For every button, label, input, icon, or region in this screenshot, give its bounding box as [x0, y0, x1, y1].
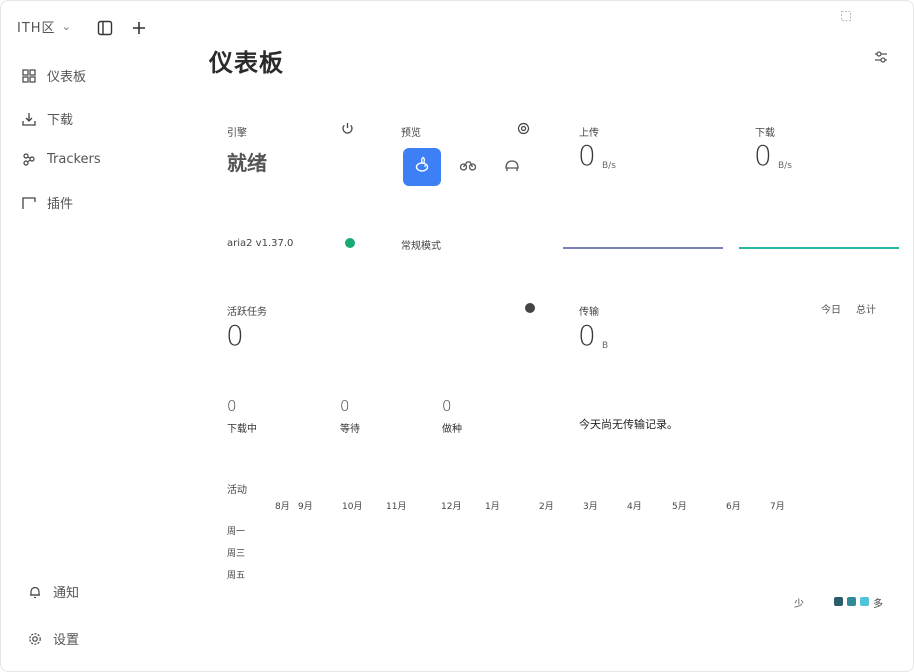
upload-unit: B/s	[602, 161, 616, 171]
month-label: 8月	[275, 502, 290, 512]
engine-status-dot	[345, 238, 355, 248]
maximize-icon[interactable]	[839, 9, 853, 23]
month-label: 3月	[583, 502, 598, 512]
transfer-value: 0	[578, 319, 596, 352]
brand-label: ITH区	[17, 21, 56, 36]
rabbit-icon	[413, 156, 431, 178]
trackers-icon	[21, 151, 37, 167]
sidebar-item-dashboard[interactable]: 仪表板	[21, 66, 86, 85]
month-label: 10月	[342, 502, 363, 512]
upload-sparkline	[563, 247, 723, 249]
sidebar-item-trackers[interactable]: Trackers	[21, 151, 101, 167]
speed-settings-icon[interactable]	[515, 120, 531, 136]
transfer-label: 传输	[579, 307, 599, 318]
activity-label: 活动	[227, 485, 247, 496]
sidebar-item-label: 设置	[53, 633, 80, 648]
month-label: 6月	[726, 502, 741, 512]
download-value: 0	[754, 139, 772, 172]
weekday-label: 周一	[227, 527, 246, 537]
month-label: 1月	[485, 502, 500, 512]
app-window: ITH区 ⌄ 仪表板 下载 Trackers 插件 通知 设置 仪表板 引擎 就…	[0, 0, 914, 672]
speed-mode-text: 常规模式	[401, 241, 441, 252]
month-label: 2月	[539, 502, 554, 512]
page-title: 仪表板	[209, 49, 284, 77]
download-label: 下载	[755, 128, 775, 139]
weekday-label: 周五	[227, 571, 246, 581]
download-sparkline	[739, 247, 899, 249]
sidebar-toggle-icon[interactable]	[95, 18, 115, 38]
legend-swatch	[860, 597, 869, 606]
waiting-label: 等待	[340, 424, 360, 435]
engine-power-icon[interactable]	[339, 120, 355, 136]
downloading-label: 下载中	[227, 424, 257, 435]
tab-total[interactable]: 总计	[856, 301, 876, 316]
month-label: 7月	[770, 502, 785, 512]
speed-mode-bike-button[interactable]	[449, 148, 487, 186]
active-tasks-dot	[525, 303, 535, 313]
speed-label: 预览	[401, 128, 421, 139]
turtle-icon	[503, 156, 521, 178]
plugin-icon	[21, 195, 37, 211]
chevron-down-icon: ⌄	[61, 20, 72, 33]
add-icon[interactable]	[129, 18, 149, 38]
active-tasks-value: 0	[226, 319, 244, 352]
month-label: 12月	[441, 502, 462, 512]
seeding-count: 0	[442, 397, 452, 415]
weekday-label: 周三	[227, 549, 246, 559]
sidebar-item-label: 仪表板	[47, 70, 87, 85]
tab-today[interactable]: 今日	[821, 301, 841, 316]
sidebar-item-settings[interactable]: 设置	[27, 629, 79, 648]
legend-swatch	[834, 597, 843, 606]
bicycle-icon	[459, 156, 477, 178]
active-tasks-label: 活跃任务	[227, 307, 267, 318]
download-icon	[21, 111, 37, 127]
speed-mode-normal-button[interactable]	[403, 148, 441, 186]
engine-label: 引擎	[227, 128, 247, 139]
legend-swatch	[847, 597, 856, 606]
brand-switcher[interactable]: ITH区 ⌄	[17, 17, 72, 36]
download-unit: B/s	[778, 161, 792, 171]
gear-icon	[27, 631, 43, 647]
upload-value: 0	[578, 139, 596, 172]
upload-label: 上传	[579, 128, 599, 139]
month-label: 4月	[627, 502, 642, 512]
month-label: 11月	[386, 502, 407, 512]
sidebar-item-plugins[interactable]: 插件	[21, 193, 73, 212]
month-label: 9月	[298, 502, 313, 512]
month-label: 5月	[672, 502, 687, 512]
waiting-count: 0	[340, 397, 350, 415]
transfer-unit: B	[602, 341, 609, 351]
downloading-count: 0	[227, 397, 237, 415]
legend-more: 多	[873, 599, 883, 610]
seeding-label: 做种	[442, 424, 462, 435]
layout-settings-icon[interactable]	[871, 47, 891, 67]
dashboard-icon	[21, 68, 37, 84]
transfer-empty-text: 今天尚无传输记录。	[579, 418, 678, 431]
legend-less: 少	[794, 599, 804, 610]
sidebar-item-label: Trackers	[47, 151, 101, 167]
speed-mode-turtle-button[interactable]	[493, 148, 531, 186]
sidebar-item-notifications[interactable]: 通知	[27, 582, 79, 601]
bell-icon	[27, 584, 43, 600]
engine-version: aria2 v1.37.0	[227, 238, 294, 249]
engine-status: 就绪	[227, 151, 267, 175]
sidebar-item-label: 插件	[47, 197, 74, 212]
sidebar-item-label: 下载	[47, 113, 74, 128]
sidebar-item-label: 通知	[53, 586, 80, 601]
sidebar-item-downloads[interactable]: 下载	[21, 109, 73, 128]
